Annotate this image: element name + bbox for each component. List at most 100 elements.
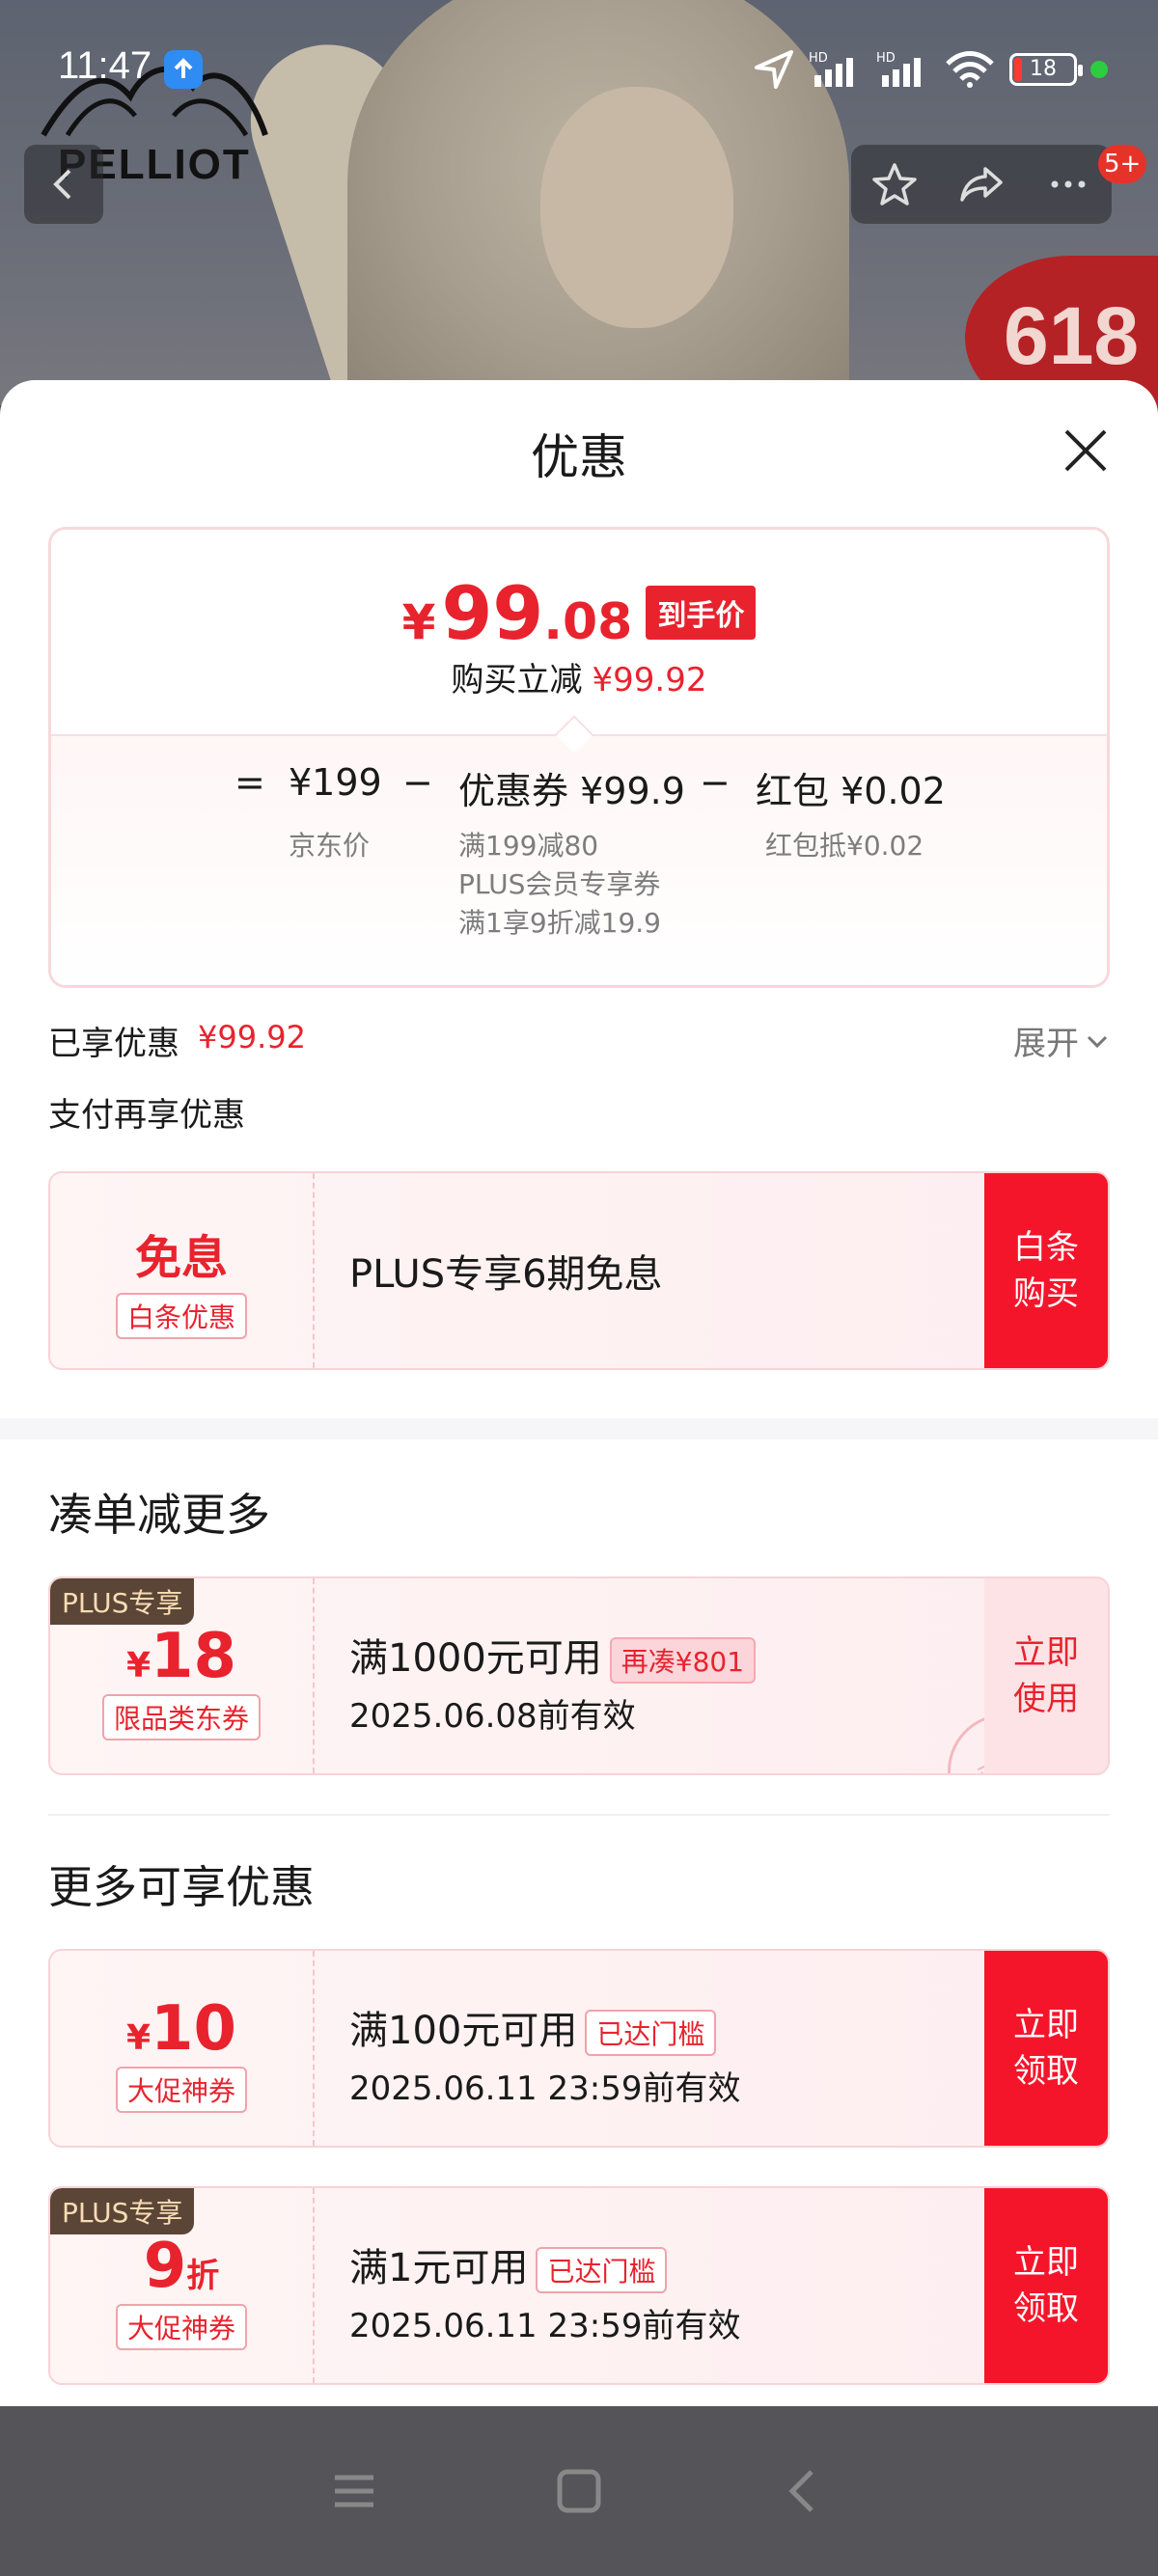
expand-button[interactable]: 展开 (1013, 1017, 1110, 1064)
minus-sign: − (402, 761, 433, 804)
coupon-amount-value: 10 (151, 1993, 237, 2065)
coupon-amount-value: 9 (143, 2231, 187, 2302)
coupon-unit: 折 (186, 2257, 220, 2295)
wifi-icon (946, 51, 994, 88)
coupon-amount: ¥18 (50, 1621, 313, 1692)
coupon-title-row: 满100元可用 已达门槛 (349, 1999, 740, 2056)
signal-hd-icon: HD (809, 51, 853, 87)
product-model-face (540, 87, 733, 328)
menu-icon[interactable] (327, 2464, 381, 2518)
coupon-amount-value: 18 (151, 1621, 237, 1692)
baitiao-offer-card: 免息 白条优惠 PLUS专享6期免息 白条 购买 (48, 1171, 1110, 1370)
message-count-badge: 5+ (1098, 145, 1147, 183)
coupon-threshold-tag: 已达门槛 (536, 2247, 668, 2293)
enjoyed-discount-row: 已享优惠 ¥99.92 展开 (48, 1017, 1110, 1065)
status-time: 11:47 (58, 44, 152, 87)
system-nav-bar (0, 2406, 1158, 2576)
minus-sign-2: − (700, 761, 731, 804)
offer-type-tag: 白条优惠 (115, 1293, 247, 1339)
coupon-currency: ¥ (125, 2018, 151, 2058)
price-decimal: .08 (543, 593, 633, 651)
coupon-left: ¥10 大促神券 (50, 1951, 315, 2146)
coupon-body: 满1元可用 已达门槛 2025.06.11 23:59前有效 (349, 2188, 740, 2383)
reduction-value: ¥99.92 (592, 661, 707, 699)
plus-exclusive-tag: PLUS专享 (50, 2188, 195, 2234)
coupon-expiry: 2025.06.08前有效 (349, 1697, 636, 1736)
price-formula: = ¥199 − 优惠券 ¥99.9 − 红包 ¥0.02 京东价 满199减8… (51, 761, 1107, 954)
svg-text:HD: HD (876, 51, 896, 66)
coupon-expiry: 2025.06.11 23:59前有效 (349, 2307, 741, 2345)
coupon-card-9-discount: PLUS专享 9折 大促神券 满1元可用 已达门槛 2025.06.11 23:5… (48, 2186, 1110, 2385)
price-breakdown-card: ¥ 99 .08 到手价 购买立减 ¥99.92 = ¥199 − 优惠券 ¥99… (48, 527, 1110, 988)
promo-badge-text: 618 (1004, 290, 1140, 381)
coupon-label: 优惠券 (458, 770, 569, 812)
coupon-type-tag: 大促神券 (115, 2067, 247, 2113)
baitiao-buy-button[interactable]: 白条 购买 (984, 1173, 1108, 1368)
status-bar: 11:47 HD HD 18 (0, 39, 1158, 100)
location-arrow-icon (755, 50, 793, 89)
signal-hd-icon-2: HD (876, 51, 921, 87)
discount-sheet: 优惠 ¥ 99 .08 到手价 购买立减 ¥99.92 = ¥199 − 优惠券 … (0, 380, 1158, 2406)
more-section-title: 凑单减更多 (48, 1489, 270, 1541)
back-triangle-icon[interactable] (777, 2464, 831, 2518)
expand-label: 展开 (1013, 1025, 1079, 1063)
home-square-icon[interactable] (552, 2464, 606, 2518)
back-button[interactable] (24, 145, 103, 224)
privacy-dot-icon (1090, 61, 1108, 78)
hongbao-term: 红包 ¥0.02 (756, 761, 946, 814)
enjoy-section-title: 更多可享优惠 (48, 1861, 315, 1913)
coupon-value: ¥99.9 (580, 770, 685, 812)
hongbao-label: 红包 (756, 770, 830, 812)
enjoyed-value: ¥99.92 (198, 1019, 306, 1055)
close-icon (1064, 429, 1107, 472)
coupon-expiry: 2025.06.11 23:59前有效 (349, 2069, 741, 2108)
upload-arrow-icon (164, 50, 203, 89)
coupon-amount: ¥10 (50, 1993, 313, 2065)
equals-sign: = (234, 761, 265, 804)
price-symbol: ¥ (401, 594, 436, 650)
sheet-title: 优惠 (531, 429, 627, 485)
coupon-threshold-tag: 再凑¥801 (609, 1637, 757, 1684)
coupon-type-tag: 大促神券 (115, 2304, 247, 2350)
use-now-button[interactable]: 立即 使用 (984, 1578, 1108, 1773)
coupon-title-row: 满1000元可用 再凑¥801 (349, 1627, 757, 1684)
coupon-title: 满1000元可用 (349, 1636, 602, 1681)
svg-text:HD: HD (809, 51, 828, 66)
plus-exclusive-tag: PLUS专享 (50, 1578, 195, 1625)
hongbao-note: 红包抵¥0.02 (765, 830, 924, 862)
instant-reduction: 购买立减 ¥99.92 (51, 653, 1107, 700)
coupon-amount: 9折 (50, 2231, 313, 2302)
claim-now-button[interactable]: 立即 领取 (984, 2188, 1108, 2383)
price-integer: 99 (441, 570, 544, 656)
coupon-card-10: ¥10 大促神券 满100元可用 已达门槛 2025.06.11 23:59前有效… (48, 1949, 1110, 2148)
coupon-body: 满1000元可用 再凑¥801 2025.06.08前有效 (349, 1578, 757, 1773)
coupon-note-1: 满199减80 (458, 830, 599, 862)
offer-title: PLUS专享6期免息 (349, 1252, 663, 1297)
enjoyed-label: 已享优惠 (48, 1025, 179, 1063)
hongbao-value: ¥0.02 (841, 770, 946, 812)
jd-price-value: ¥199 (289, 761, 382, 804)
coupon-title-row: 满1元可用 已达门槛 (349, 2236, 740, 2293)
offer-left: 免息 白条优惠 (50, 1173, 315, 1368)
battery-icon: 18 (1009, 53, 1083, 86)
coupon-note-2: PLUS会员专享券 (458, 868, 661, 900)
close-button[interactable] (1059, 424, 1113, 478)
reduction-label: 购买立减 (451, 661, 583, 699)
more-icon[interactable] (1043, 159, 1093, 209)
coupon-note-3: 满1享9折减19.9 (458, 907, 661, 939)
share-icon[interactable] (956, 159, 1006, 209)
jd-price-label: 京东价 (289, 830, 371, 862)
offer-body: PLUS专享6期免息 (349, 1173, 663, 1368)
coupon-title: 满100元可用 (349, 2009, 578, 2053)
star-icon[interactable] (869, 159, 920, 209)
divider (48, 1814, 1110, 1816)
coupon-body: 满100元可用 已达门槛 2025.06.11 23:59前有效 (349, 1951, 740, 2146)
final-price-tag: 到手价 (646, 586, 757, 640)
final-price: ¥ 99 .08 到手价 (51, 570, 1107, 656)
top-action-group (851, 145, 1112, 224)
claim-now-button[interactable]: 立即 领取 (984, 1951, 1108, 2146)
coupon-title: 满1元可用 (349, 2246, 529, 2290)
coupon-card-18: PLUS专享 ¥18 限品类东券 满1000元可用 再凑¥801 2025.06.… (48, 1576, 1110, 1775)
coupon-term: 优惠券 ¥99.9 (458, 761, 685, 814)
coupon-threshold-tag: 已达门槛 (585, 2010, 717, 2056)
